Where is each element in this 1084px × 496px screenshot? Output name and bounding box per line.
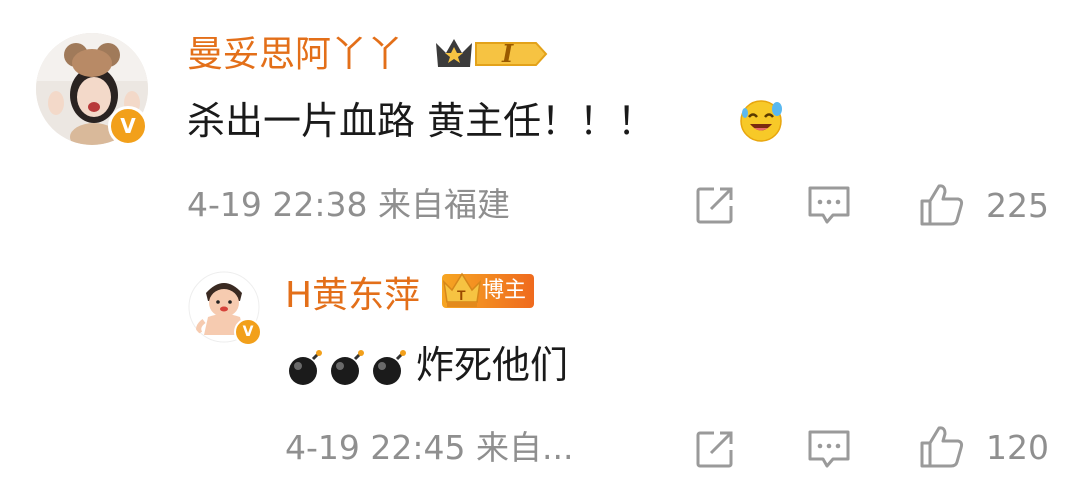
bomb-emoji-icon <box>289 350 322 385</box>
verified-badge-icon: V <box>234 318 262 346</box>
blogger-tag: 博主 T <box>442 272 535 308</box>
source-label: 来自福建 <box>378 185 510 224</box>
crown-icon <box>436 39 548 67</box>
svg-text:T: T <box>457 287 466 303</box>
reply-button[interactable] <box>806 184 852 228</box>
comment-icon <box>808 430 850 468</box>
level-text: I <box>502 39 514 68</box>
member-level-badge: I <box>432 33 550 75</box>
thumbs-up-icon <box>920 426 964 468</box>
timestamp: 4-19 22:38 来自福建 <box>187 185 510 224</box>
share-icon <box>696 187 733 224</box>
username[interactable]: H黄东萍 <box>285 276 420 316</box>
username[interactable]: 曼妥思阿丫丫 <box>187 35 403 75</box>
source-label: 来自... <box>476 428 574 467</box>
reply-button[interactable] <box>806 428 852 472</box>
thumbs-up-icon <box>920 184 964 226</box>
reply-text: 炸死他们 <box>416 343 569 387</box>
share-button[interactable] <box>694 184 736 226</box>
verified-badge-icon: V <box>108 106 148 146</box>
share-button[interactable] <box>694 428 736 470</box>
bomb-emoji-icon <box>331 350 364 385</box>
like-button[interactable]: 120 <box>918 424 1049 470</box>
laughing-tears-emoji-icon <box>738 97 784 143</box>
bomb-emoji-icon <box>373 350 406 385</box>
comment-text: 杀出一片血路 黄主任！！！ <box>187 99 656 143</box>
like-count: 225 <box>986 186 1049 225</box>
like-button[interactable]: 225 <box>918 182 1049 228</box>
timestamp: 4-19 22:45 来自... <box>285 428 574 467</box>
comment-icon <box>808 186 850 224</box>
like-count: 120 <box>986 428 1049 467</box>
share-icon <box>696 431 733 468</box>
crown-icon: T <box>442 272 482 307</box>
